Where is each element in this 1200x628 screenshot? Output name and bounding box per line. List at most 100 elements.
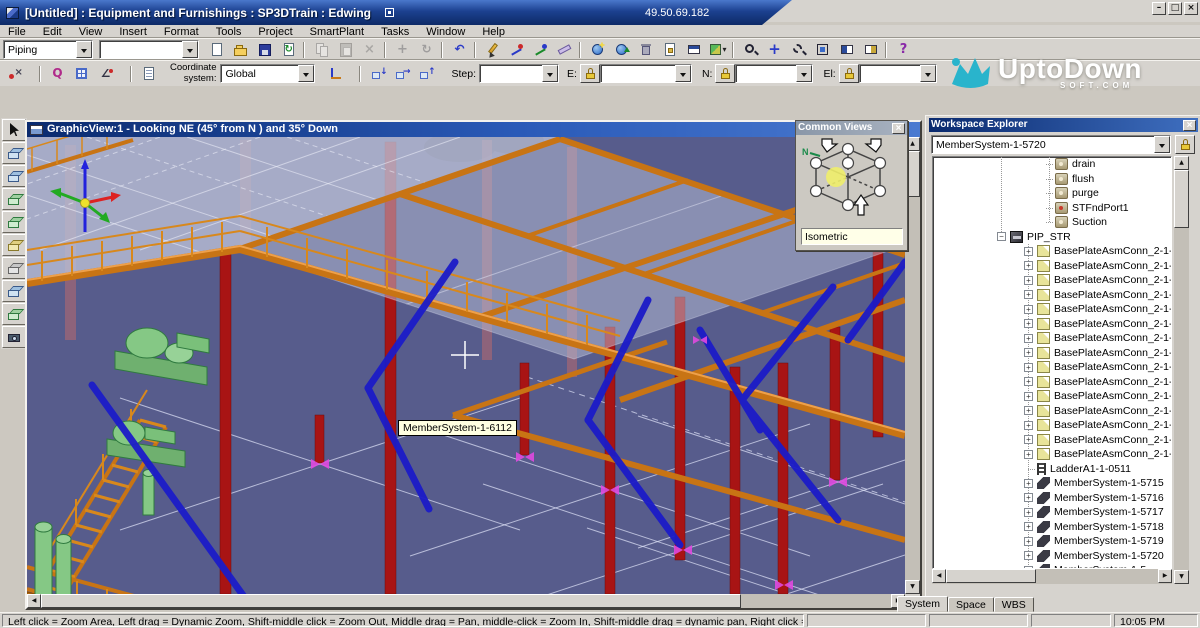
coord-lock-button[interactable] [715,64,735,83]
tree-item[interactable]: +MemberSystem-1-5716 [933,491,1171,506]
workspace-refresh-button[interactable] [610,39,633,60]
expand-box[interactable]: + [1024,363,1033,372]
tree-item[interactable]: +BasePlateAsmConn_2-1-070 [933,360,1171,375]
coordinate-system-combobox[interactable]: Global [220,64,315,83]
graphic-viewport[interactable]: MemberSystem-1-6112 [27,137,905,594]
tree-item[interactable]: +BasePlateAsmConn_2-1-061 [933,273,1171,288]
expand-box[interactable]: + [1024,290,1033,299]
rotate-button[interactable] [415,39,438,60]
expand-box[interactable]: + [1024,261,1033,270]
coord-field-combobox[interactable] [600,64,692,83]
step-combobox[interactable] [479,64,559,83]
undo-button[interactable] [448,39,471,60]
expand-box[interactable]: + [1024,348,1033,357]
pan-button[interactable] [763,39,786,60]
chevron-down-icon[interactable] [675,65,691,82]
expand-box[interactable]: + [1024,493,1033,502]
menu-smartplant[interactable]: SmartPlant [310,26,364,38]
tree-item[interactable]: +MemberSystem-1-5715 [933,476,1171,491]
chevron-down-icon[interactable] [1154,136,1170,153]
expand-box[interactable]: + [1024,421,1033,430]
menu-tools[interactable]: Tools [216,26,242,38]
hide-button[interactable] [2,303,26,325]
tree-item[interactable]: +MemberSystem-1-5719 [933,534,1171,549]
scroll-right-icon[interactable]: ▶ [1158,569,1172,583]
coord-field-combobox[interactable] [735,64,813,83]
pinpoint-off-button[interactable] [3,63,26,84]
session-button[interactable] [658,39,681,60]
open-folder-button[interactable] [229,39,252,60]
point-elevation-button[interactable] [414,63,437,84]
expand-box[interactable]: + [1024,537,1033,546]
menu-window[interactable]: Window [426,26,465,38]
minimize-button[interactable]: – [1152,2,1166,15]
reposition-origin-button[interactable] [323,63,346,84]
hscroll-thumb[interactable] [41,594,741,608]
coord-lock-button[interactable] [839,64,859,83]
common-views-button[interactable] [835,39,858,60]
scroll-down-icon[interactable]: ▼ [905,580,920,594]
refresh-workspace-button[interactable] [277,39,300,60]
expand-box[interactable]: + [1024,319,1033,328]
menu-view[interactable]: View [79,26,103,38]
tab-system[interactable]: System [897,596,948,612]
relative-tracking-button[interactable] [46,63,69,84]
tree-item[interactable]: +BasePlateAsmConn_2-1-061 [933,331,1171,346]
tree-item[interactable]: purge [933,186,1171,201]
expand-box[interactable]: + [1024,406,1033,415]
tree-item[interactable]: +BasePlateAsmConn_2-1-070 [933,433,1171,448]
hscroll-thumb[interactable] [946,569,1036,583]
close-icon[interactable] [1183,120,1196,131]
show-all-button[interactable] [2,280,26,302]
zoom-area-button[interactable] [787,39,810,60]
expand-box[interactable]: + [1024,377,1033,386]
vscroll-thumb[interactable] [1174,170,1189,228]
menu-project[interactable]: Project [258,26,292,38]
tree-item[interactable]: +BasePlateAsmConn_2-1-070 [933,418,1171,433]
workspace-explorer-titlebar[interactable]: Workspace Explorer [929,118,1198,132]
save-button[interactable] [253,39,276,60]
maximize-button[interactable]: □ [1168,2,1182,15]
views-button[interactable] [682,39,705,60]
collapse-box[interactable]: − [997,232,1006,241]
grid-snap-button[interactable] [70,63,93,84]
expand-box[interactable]: + [1024,435,1033,444]
tree-item[interactable]: +BasePlateAsmConn_2-1-061 [933,259,1171,274]
named-views-button[interactable] [859,39,882,60]
pinpoint-sketch-button[interactable] [529,39,552,60]
scroll-left-icon[interactable]: ◀ [932,569,946,583]
tree-item[interactable]: +MemberSystem-1-5718 [933,520,1171,535]
expand-box[interactable]: + [1024,276,1033,285]
expand-box[interactable]: + [1024,450,1033,459]
define-workspace-button[interactable] [586,39,609,60]
expand-box[interactable]: + [1024,247,1033,256]
select-button[interactable] [2,119,26,141]
expand-box[interactable]: + [1024,551,1033,560]
workspace-lock-button[interactable] [1175,135,1195,154]
fit-button[interactable] [811,39,834,60]
tree-item[interactable]: +BasePlateAsmConn_2-1-060 [933,244,1171,259]
paste-button[interactable] [334,39,357,60]
tree-item[interactable]: Suction [933,215,1171,230]
measure-button[interactable] [553,39,576,60]
chevron-down-icon[interactable] [298,65,314,82]
select-inside-button[interactable] [2,165,26,187]
point-along-button[interactable] [505,39,528,60]
tree-item[interactable]: flush [933,172,1171,187]
workspace-combobox[interactable]: MemberSystem-1-5720 [931,135,1171,154]
menu-tasks[interactable]: Tasks [381,26,409,38]
select-overlap-button[interactable] [2,188,26,210]
clip-volume-button[interactable] [2,257,26,279]
tab-wbs[interactable]: WBS [994,597,1034,612]
tree-item[interactable]: +MemberSystem-1-5720 [933,549,1171,564]
tree-item[interactable]: +BasePlateAsmConn_2-1-070 [933,389,1171,404]
help-button[interactable] [892,39,915,60]
expand-box[interactable]: + [1024,305,1033,314]
copy-button[interactable] [310,39,333,60]
expand-box[interactable]: + [1024,479,1033,488]
snapshot-button[interactable] [2,326,26,348]
fence-button[interactable] [2,211,26,233]
new-document-button[interactable] [205,39,228,60]
tree-item[interactable]: +BasePlateAsmConn_2-1-061 [933,288,1171,303]
surface-style-button[interactable]: ▾ [706,39,729,60]
